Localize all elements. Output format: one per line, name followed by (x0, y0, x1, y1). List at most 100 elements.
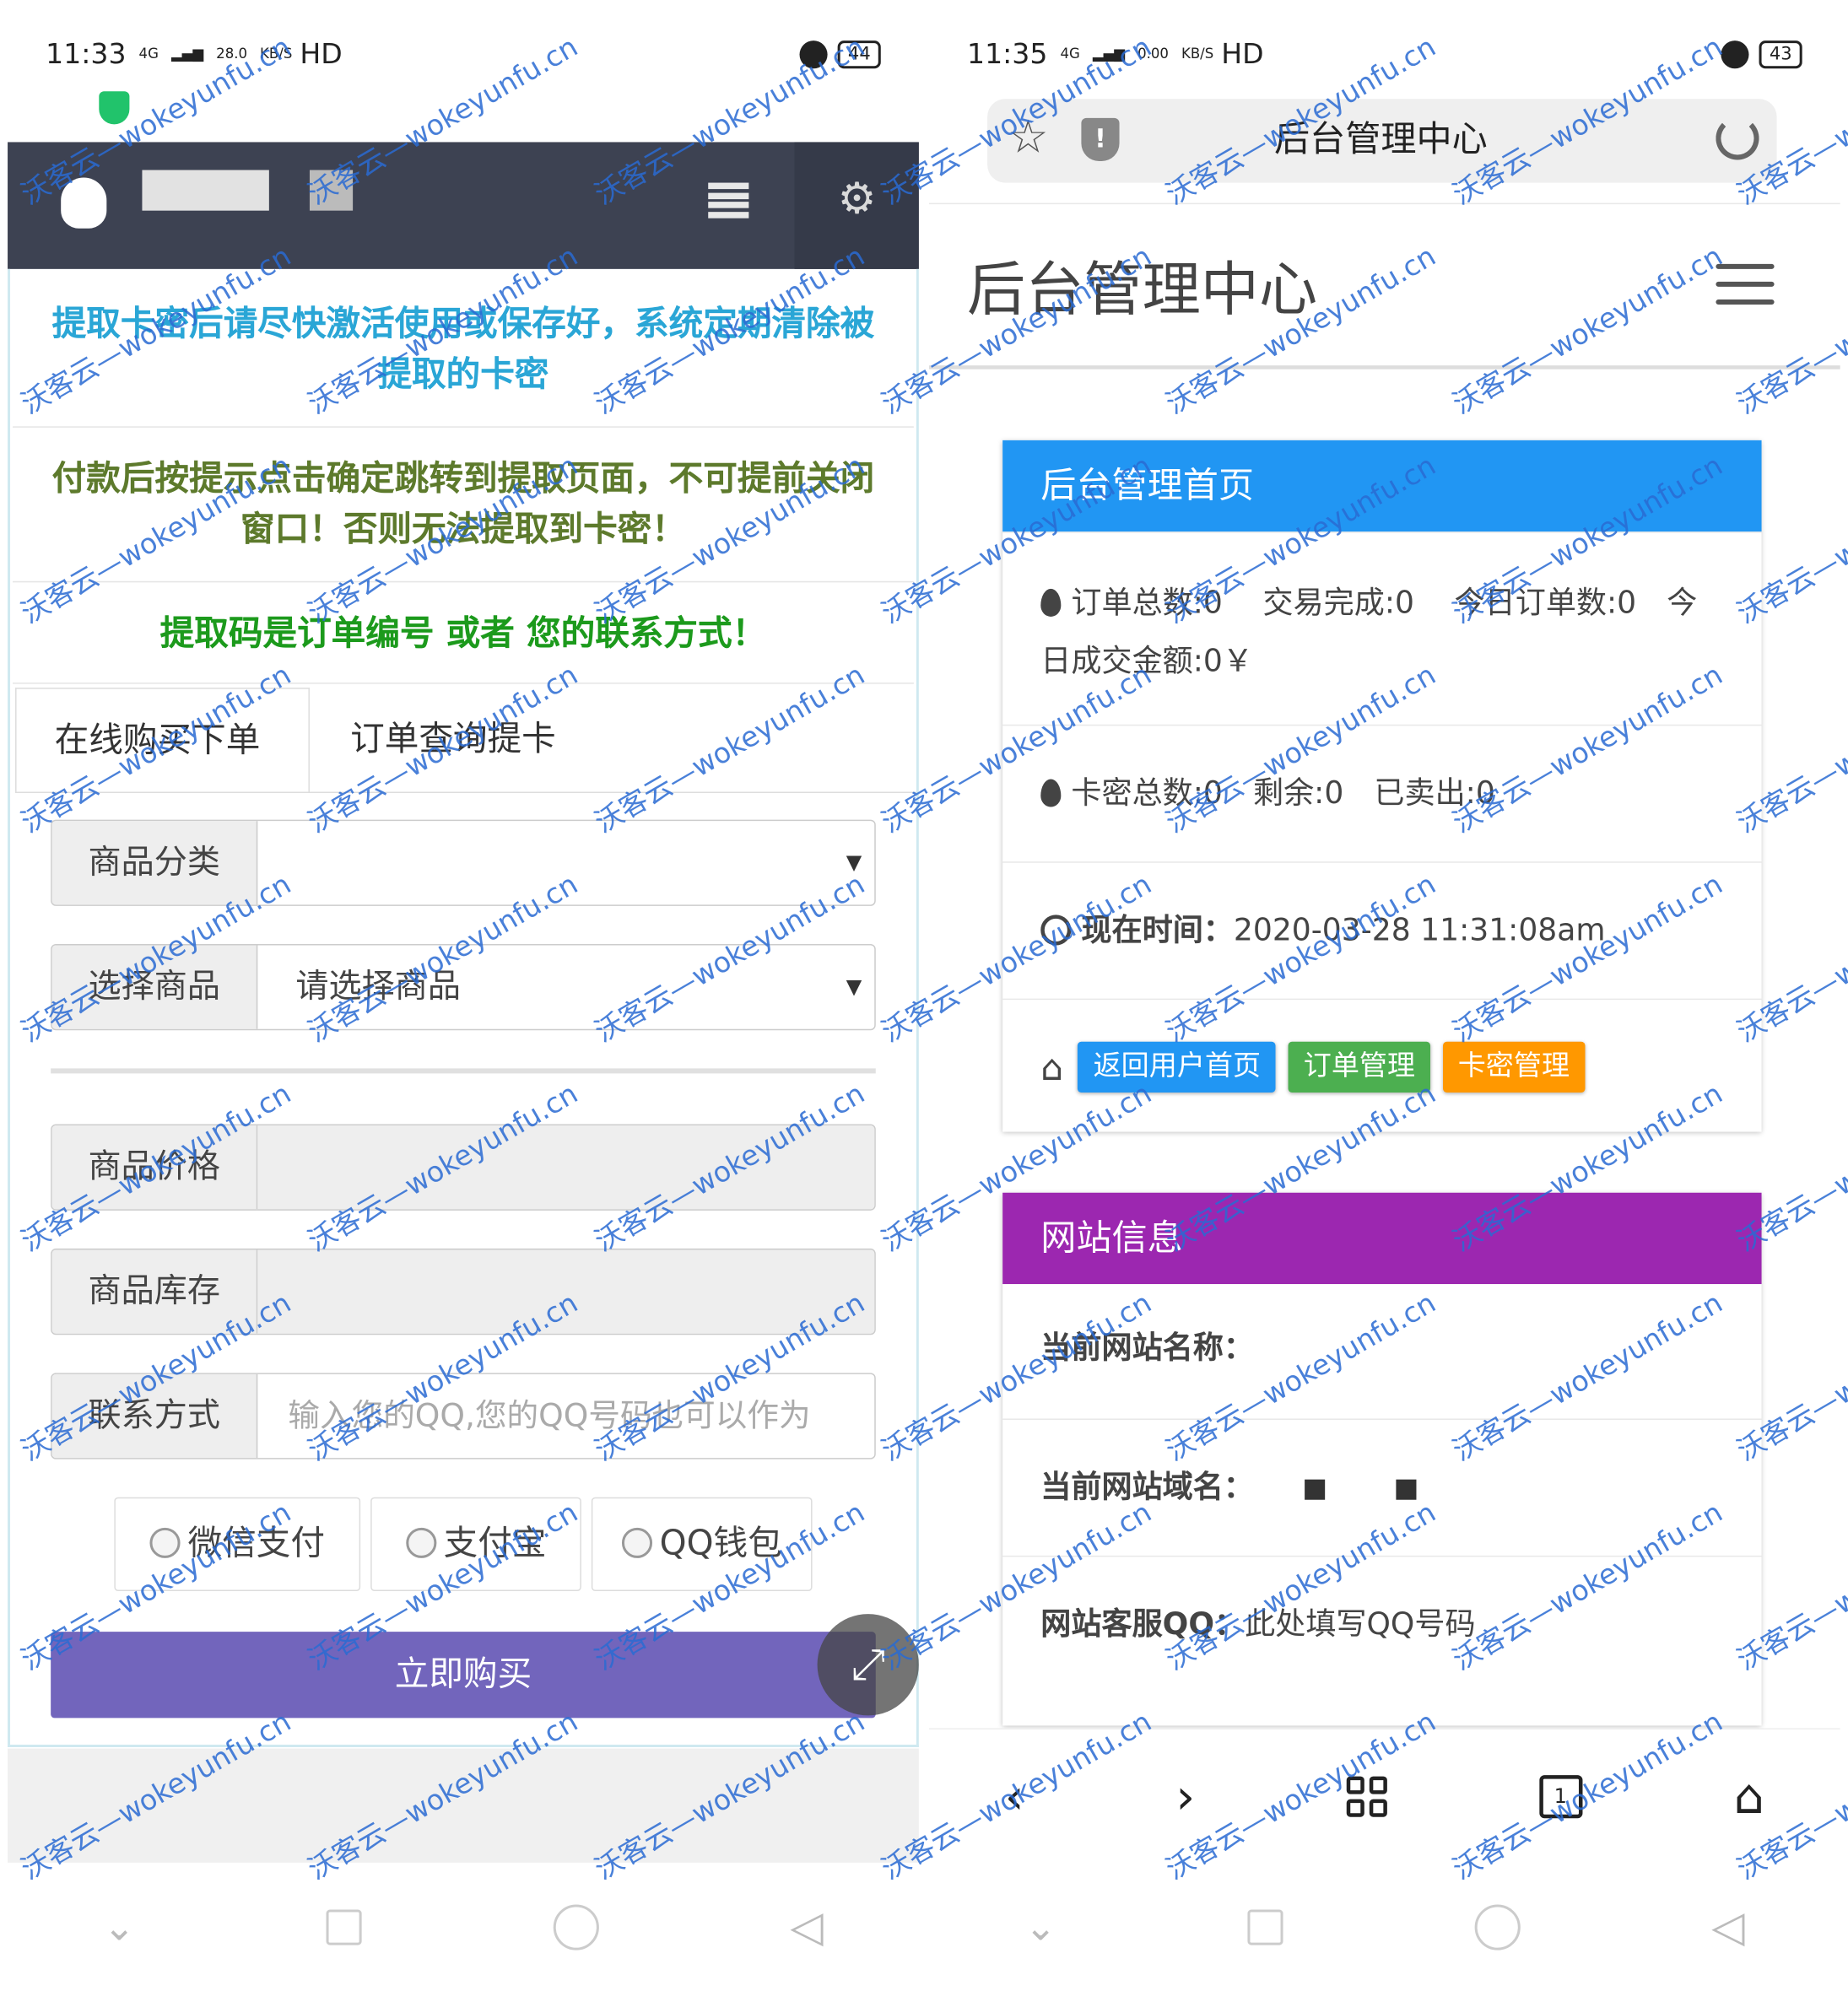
url-title[interactable]: 后台管理中心 (1274, 111, 1488, 162)
pay-qqwallet-option[interactable]: QQ钱包 (591, 1497, 813, 1592)
speed-unit: KB/S (1181, 46, 1214, 62)
product-value[interactable]: 请选择商品 ▼ (257, 945, 874, 1028)
order-stats-text: 订单总数:0 交易完成:0 今日订单数:0 今日成交金额:0￥ (1040, 585, 1698, 679)
time-value: 2020-03-28 11:31:08am (1233, 912, 1606, 948)
reload-icon[interactable] (1716, 116, 1759, 160)
blurred-logo (309, 170, 354, 211)
user-home-button[interactable]: 返回用户首页 (1078, 1041, 1277, 1093)
time-label: 现在时间： (1081, 912, 1234, 948)
order-management-button[interactable]: 订单管理 (1288, 1041, 1431, 1093)
back-icon[interactable]: ◁ (1711, 1902, 1744, 1952)
service-qq-label: 网站客服QQ： (1040, 1606, 1246, 1643)
speed-value: 28.0 (216, 46, 248, 62)
qq-penguin-icon (61, 177, 107, 229)
speed-unit: KB/S (260, 46, 293, 62)
header-divider (928, 365, 1840, 370)
pay-alipay-label: 支付宝 (443, 1524, 547, 1563)
price-field: 商品价格 (51, 1124, 876, 1211)
home-icon[interactable]: ⌂ (1734, 1768, 1764, 1824)
system-nav-bar: ⌄ ◁ (8, 1865, 919, 1989)
category-value[interactable]: ▼ (257, 821, 874, 904)
radio-icon[interactable] (621, 1527, 652, 1558)
stock-value (257, 1249, 875, 1334)
menu-icon[interactable] (708, 182, 749, 219)
radio-icon[interactable] (405, 1527, 436, 1558)
category-select[interactable]: 商品分类 ▼ (51, 819, 876, 906)
alarm-icon (799, 40, 828, 69)
hamburger-menu-icon[interactable] (1716, 263, 1775, 305)
drop-icon (1040, 588, 1062, 617)
network-type: 4G (1060, 46, 1080, 62)
back-icon[interactable]: ◁ (790, 1902, 823, 1952)
battery-level: 43 (1759, 40, 1802, 69)
chevron-down-icon[interactable]: ⌄ (1024, 1905, 1056, 1950)
notice-extract-code: 提取码是订单编号 或者 您的联系方式！ (159, 613, 767, 654)
product-select[interactable]: 选择商品 请选择商品 ▼ (51, 943, 876, 1031)
page-title: 后台管理中心 (967, 255, 1318, 324)
speed-value: 0.00 (1137, 46, 1169, 62)
contact-input[interactable]: 输入您的QQ,您的QQ号码也可以作为 (257, 1374, 874, 1458)
chevron-down-icon: ▼ (846, 850, 862, 875)
card-stats-row: 卡密总数:0 剩余:0 已卖出:0 (1002, 724, 1762, 861)
price-value (257, 1125, 875, 1210)
order-stats-row: 订单总数:0 交易完成:0 今日订单数:0 今日成交金额:0￥ (1002, 531, 1762, 725)
drop-icon (1040, 779, 1062, 807)
home-icon[interactable] (553, 1904, 599, 1951)
pay-qqwallet-label: QQ钱包 (659, 1524, 782, 1563)
browser-bottom-bar: ‹ › 1 ⌂ (928, 1728, 1840, 1863)
divider (13, 426, 914, 428)
gear-icon[interactable]: ⚙ (838, 178, 881, 221)
service-qq-row: 网站客服QQ：此处填写QQ号码 (1002, 1555, 1762, 1692)
category-label: 商品分类 (51, 821, 258, 905)
form-divider (51, 1068, 876, 1074)
back-arrow-icon[interactable]: ‹ (1005, 1768, 1024, 1824)
divider (13, 683, 914, 684)
home-icon[interactable] (1474, 1904, 1521, 1951)
contact-field[interactable]: 联系方式 输入您的QQ,您的QQ号码也可以作为 (51, 1373, 876, 1460)
tab-online-purchase[interactable]: 在线购买下单 (15, 688, 310, 792)
right-phone-screen: 11:35 4G ▂▄▆ 0.00 KB/S HD 43 ☆ ! 后台管理中心 … (928, 0, 1840, 1990)
status-bar: 11:33 4G ▂▄▆ 28.0 KB/S HD 44 (46, 23, 881, 86)
pay-alipay-option[interactable]: 支付宝 (370, 1497, 581, 1592)
alarm-icon (1721, 40, 1749, 69)
card-management-button[interactable]: 卡密管理 (1442, 1041, 1586, 1093)
battery-level: 44 (837, 40, 881, 69)
recents-icon[interactable] (326, 1909, 362, 1945)
redacted-mark (1305, 1479, 1326, 1500)
radio-icon[interactable] (149, 1527, 181, 1558)
star-icon[interactable]: ☆ (1008, 111, 1049, 164)
signal-icon: ▂▄▆ (170, 46, 204, 62)
security-shield-icon (99, 91, 130, 125)
notice-extract-card: 提取卡密后请尽快激活使用或保存好，系统定期清除被提取的卡密 (51, 304, 875, 395)
notice-payment-redirect: 付款后按提示点击确定跳转到提取页面，不可提前关闭窗口！否则无法提取到卡密！ (51, 459, 875, 550)
network-type: 4G (138, 46, 159, 62)
chevron-down-icon[interactable]: ⌄ (103, 1905, 135, 1950)
page-footer (8, 1748, 919, 1863)
site-domain-label: 当前网站域名： (1040, 1469, 1254, 1505)
forward-arrow-icon[interactable]: › (1175, 1768, 1195, 1824)
apps-grid-icon[interactable] (1346, 1775, 1388, 1816)
pay-wechat-label: 微信支付 (187, 1524, 326, 1563)
security-shield-icon[interactable]: ! (1081, 117, 1120, 162)
site-name-label: 当前网站名称： (1040, 1330, 1254, 1366)
hd-indicator: HD (1221, 38, 1264, 71)
price-label: 商品价格 (51, 1125, 258, 1210)
tab-order-query[interactable]: 订单查询提卡 (312, 688, 693, 791)
stock-label: 商品库存 (51, 1249, 258, 1334)
left-phone-screen: 11:33 4G ▂▄▆ 28.0 KB/S HD 44 ⚙ 提取卡密后请尽快激… (8, 0, 919, 1990)
site-domain-row: 当前网站域名： (1002, 1418, 1762, 1555)
service-qq-value: 此处填写QQ号码 (1245, 1606, 1476, 1643)
buy-now-button[interactable]: 立即购买 (51, 1632, 876, 1719)
clock-icon (1040, 915, 1072, 946)
divider (13, 580, 914, 583)
divider (928, 202, 1840, 205)
card-stats-text: 卡密总数:0 剩余:0 已卖出:0 (1071, 774, 1495, 812)
status-bar: 11:35 4G ▂▄▆ 0.00 KB/S HD 43 (967, 23, 1802, 86)
expand-arrows-icon[interactable]: ⤢ (817, 1614, 919, 1716)
recents-icon[interactable] (1247, 1909, 1283, 1945)
pay-wechat-option[interactable]: 微信支付 (114, 1497, 361, 1592)
tabs-count-icon[interactable]: 1 (1538, 1774, 1582, 1818)
current-time-row: 现在时间：2020-03-28 11:31:08am (1002, 861, 1762, 998)
site-info-card: 网站信息 当前网站名称： 当前网站域名： 网站客服QQ：此处填写QQ号码 (1002, 1192, 1762, 1726)
product-value-text: 请选择商品 (295, 968, 461, 1006)
